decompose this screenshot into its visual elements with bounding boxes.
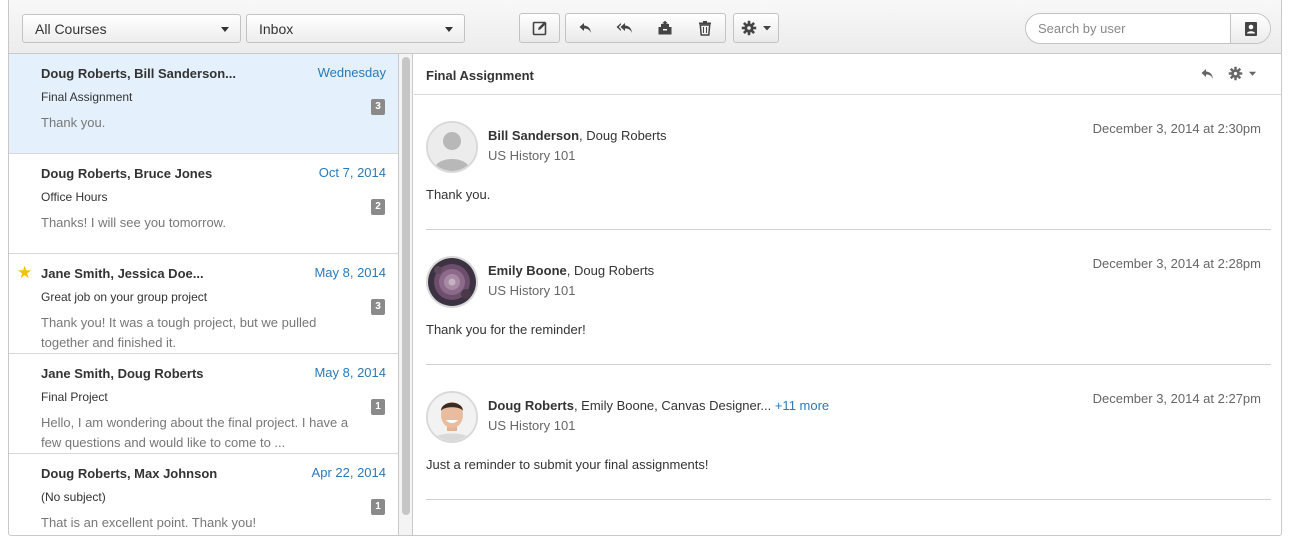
conversation-participants: Jane Smith, Doug Roberts <box>41 366 204 381</box>
reply-icon <box>1201 69 1213 79</box>
message-participants: Emily Boone, Doug Roberts <box>488 263 654 278</box>
conversation-participants: Doug Roberts, Bruce Jones <box>41 166 213 181</box>
message-body: Thank you. <box>426 187 491 202</box>
man-photo <box>426 391 478 443</box>
message-body: Thank you for the reminder! <box>426 322 586 337</box>
reply-button[interactable] <box>1200 66 1216 87</box>
conversation-subject: Final Assignment <box>41 90 133 104</box>
delete-button[interactable] <box>685 13 726 43</box>
message-course: US History 101 <box>488 148 576 163</box>
course-filter-select[interactable]: All Courses <box>22 14 241 43</box>
reply-all-button[interactable] <box>605 13 646 43</box>
toolbar: All Courses Inbox Search by user <box>9 0 1281 54</box>
message-count-badge: 2 <box>371 199 385 215</box>
chevron-down-icon <box>762 26 771 31</box>
conversation-preview: Thank you. <box>41 115 106 130</box>
message-course: US History 101 <box>488 418 576 433</box>
conversation-participants: Doug Roberts, Max Johnson <box>41 466 218 481</box>
conversation-item[interactable]: ★ Jane Smith, Jessica Doe... May 8, 2014… <box>9 254 398 354</box>
conversation-date: Apr 22, 2014 <box>311 465 386 480</box>
message-settings-button[interactable] <box>1228 66 1257 81</box>
archive-icon <box>658 20 672 35</box>
flower-photo <box>426 256 478 308</box>
star-icon[interactable]: ★ <box>17 264 32 281</box>
message-date: December 3, 2014 at 2:30pm <box>1092 121 1261 136</box>
message-date: December 3, 2014 at 2:28pm <box>1092 256 1261 271</box>
reply-button[interactable] <box>565 13 606 43</box>
conversation-header: Final Assignment <box>414 54 1281 95</box>
chevron-down-icon <box>1248 71 1257 76</box>
conversation-list: Doug Roberts, Bill Sanderson... Wednesda… <box>9 54 399 535</box>
reply-all-icon <box>616 23 632 33</box>
gear-icon <box>1228 66 1243 81</box>
trash-icon <box>699 21 711 36</box>
conversation-preview: Thank you! It was a tough project, but w… <box>41 315 317 350</box>
archive-button[interactable] <box>645 13 686 43</box>
message-date: December 3, 2014 at 2:27pm <box>1092 391 1261 406</box>
chevron-down-icon <box>445 27 453 32</box>
message-count-badge: 3 <box>371 99 385 115</box>
conversation-subject: Final Project <box>41 390 108 404</box>
compose-button[interactable] <box>519 13 560 43</box>
message-recipients: , Doug Roberts <box>579 128 667 143</box>
message-recipients: , Emily Boone, Canvas Designer... <box>573 398 772 413</box>
mailbox-filter-select[interactable]: Inbox <box>246 14 465 43</box>
compose-icon <box>532 21 546 36</box>
conversation-item[interactable]: Doug Roberts, Bill Sanderson... Wednesda… <box>9 54 398 154</box>
message-body: Just a reminder to submit your final ass… <box>426 457 709 472</box>
search-by-user-field[interactable]: Search by user <box>1025 13 1271 44</box>
conversation-participants: Jane Smith, Jessica Doe... <box>41 266 204 281</box>
scrollbar-thumb[interactable] <box>402 57 410 515</box>
conversation-subject: Great job on your group project <box>41 290 208 304</box>
conversation-item[interactable]: Jane Smith, Doug Roberts May 8, 2014 Fin… <box>9 354 398 454</box>
conversation-preview: Hello, I am wondering about the final pr… <box>41 415 349 450</box>
course-filter-value: All Courses <box>35 21 107 37</box>
message-count-badge: 3 <box>371 299 385 315</box>
message-sender: Emily Boone <box>488 263 567 278</box>
conversation-date: May 8, 2014 <box>314 265 386 280</box>
conversation-subject: Office Hours <box>41 190 108 204</box>
conversation-participants: Doug Roberts, Bill Sanderson... <box>41 66 237 81</box>
address-book-button[interactable] <box>1230 14 1270 43</box>
mailbox-filter-value: Inbox <box>259 21 294 37</box>
conversation-preview: Thanks! I will see you tomorrow. <box>41 215 226 230</box>
message-course: US History 101 <box>488 283 576 298</box>
list-scrollbar[interactable] <box>399 54 413 535</box>
message: Doug Roberts, Emily Boone, Canvas Design… <box>426 365 1271 500</box>
conversation-date: Oct 7, 2014 <box>318 165 386 180</box>
conversation-item[interactable]: Doug Roberts, Max Johnson Apr 22, 2014 (… <box>9 454 398 535</box>
conversation-detail: Final Assignment Bill Sanderson, Doug Ro… <box>414 54 1281 535</box>
conversation-preview: That is an excellent point. Thank you! <box>41 515 257 530</box>
chevron-down-icon <box>221 27 229 32</box>
conversation-subject: (No subject) <box>41 490 106 504</box>
settings-menu-button[interactable] <box>733 13 779 43</box>
conversation-date: May 8, 2014 <box>314 365 386 380</box>
more-participants-link[interactable]: +11 more <box>775 398 829 413</box>
message: Emily Boone, Doug Roberts US History 101… <box>426 230 1271 365</box>
message-recipients: , Doug Roberts <box>566 263 655 278</box>
message-sender: Bill Sanderson <box>488 128 580 143</box>
message-participants: Doug Roberts, Emily Boone, Canvas Design… <box>488 398 829 413</box>
conversation-date: Wednesday <box>317 65 386 80</box>
address-book-icon <box>1244 21 1257 36</box>
search-input[interactable]: Search by user <box>1038 21 1125 36</box>
message: Bill Sanderson, Doug Roberts US History … <box>426 95 1271 230</box>
default-avatar-icon <box>426 121 478 173</box>
gear-icon <box>741 20 756 36</box>
message-sender: Doug Roberts <box>488 398 574 413</box>
message-participants: Bill Sanderson, Doug Roberts <box>488 128 666 143</box>
reply-icon <box>579 23 591 33</box>
conversation-title: Final Assignment <box>426 68 534 83</box>
message-count-badge: 1 <box>371 499 385 515</box>
message-count-badge: 1 <box>371 399 385 415</box>
inbox-window: All Courses Inbox Search by user Doug Ro… <box>8 0 1282 536</box>
conversation-item[interactable]: Doug Roberts, Bruce Jones Oct 7, 2014 Of… <box>9 154 398 254</box>
